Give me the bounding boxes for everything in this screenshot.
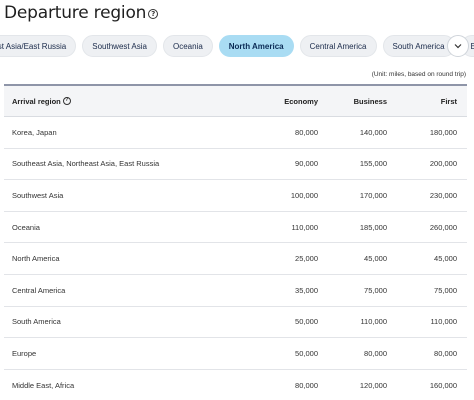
page-title: Departure region xyxy=(4,3,147,23)
cell-region: Europe xyxy=(12,348,37,358)
cell-first: 160,000 xyxy=(429,380,457,390)
cell-economy: 50,000 xyxy=(295,317,318,327)
cell-region: Korea, Japan xyxy=(12,127,57,137)
table-row: South America 50,000 110,000 110,000 xyxy=(4,307,467,339)
column-header-first: First xyxy=(440,96,457,106)
tabs-next-button[interactable] xyxy=(447,35,469,57)
cell-first: 200,000 xyxy=(429,159,457,169)
cell-first: 75,000 xyxy=(434,285,457,295)
table-body: Korea, Japan 80,000 140,000 180,000 Southeas… xyxy=(4,117,467,400)
cell-business: 45,000 xyxy=(364,254,387,264)
cell-business: 110,000 xyxy=(360,317,387,327)
cell-business: 75,000 xyxy=(364,285,387,295)
cell-region: South America xyxy=(12,317,61,327)
cell-region: Southwest Asia xyxy=(12,190,64,200)
cell-first: 110,000 xyxy=(430,317,457,327)
cell-region: Middle East, Africa xyxy=(12,380,75,390)
tab-central-america[interactable]: Central America xyxy=(299,35,377,57)
cell-business: 170,000 xyxy=(359,190,387,200)
tab-oceania[interactable]: Oceania xyxy=(162,35,213,57)
page-title-row: Departure region ? xyxy=(4,0,159,26)
cell-economy: 90,000 xyxy=(295,159,318,169)
cell-first: 80,000 xyxy=(434,348,457,358)
table-row: North America 25,000 45,000 45,000 xyxy=(4,243,467,275)
table-row: Central America 35,000 75,000 75,000 xyxy=(4,275,467,307)
tab-east-asia-east-russia[interactable]: East Asia/East Russia xyxy=(0,35,77,57)
cell-business: 120,000 xyxy=(359,380,387,390)
cell-first: 45,000 xyxy=(434,254,457,264)
cell-first: 180,000 xyxy=(429,127,457,137)
region-tabs: East Asia/East Russia Southwest Asia Oce… xyxy=(0,34,474,60)
tab-north-america[interactable]: North America xyxy=(218,35,294,57)
tab-south-america[interactable]: South America xyxy=(382,35,455,57)
miles-table: Arrival region ? Economy Business First … xyxy=(4,84,467,400)
cell-economy: 80,000 xyxy=(295,127,318,137)
cell-region: North America xyxy=(12,254,60,264)
cell-economy: 25,000 xyxy=(295,254,318,264)
question-circle-icon[interactable]: ? xyxy=(148,9,159,19)
table-header: Arrival region ? Economy Business First xyxy=(4,84,467,117)
table-row: Southeast Asia, Northeast Asia, East Rus… xyxy=(4,149,467,181)
table-row: Europe 50,000 80,000 80,000 xyxy=(4,338,467,370)
table-row: Middle East, Africa 80,000 120,000 160,000 xyxy=(4,370,467,400)
unit-note: (Unit: miles, based on round trip) xyxy=(371,71,466,78)
cell-economy: 35,000 xyxy=(295,285,318,295)
cell-first: 260,000 xyxy=(429,222,457,232)
column-header-business: Business xyxy=(353,96,387,106)
table-row: Korea, Japan 80,000 140,000 180,000 xyxy=(4,117,467,149)
cell-region: Central America xyxy=(12,285,66,295)
cell-economy: 80,000 xyxy=(295,380,318,390)
chevron-down-icon xyxy=(454,44,462,49)
cell-business: 185,000 xyxy=(359,222,387,232)
table-row: Southwest Asia 100,000 170,000 230,000 xyxy=(4,180,467,212)
column-header-region: Arrival region xyxy=(12,96,61,106)
cell-first: 230,000 xyxy=(429,190,457,200)
cell-business: 140,000 xyxy=(359,127,387,137)
tab-southwest-asia[interactable]: Southwest Asia xyxy=(82,35,157,57)
cell-business: 155,000 xyxy=(359,159,387,169)
cell-region: Southeast Asia, Northeast Asia, East Rus… xyxy=(12,159,160,169)
table-row: Oceania 110,000 185,000 260,000 xyxy=(4,212,467,244)
cell-business: 80,000 xyxy=(364,348,387,358)
cell-economy: 110,000 xyxy=(291,222,318,232)
cell-economy: 100,000 xyxy=(290,190,318,200)
cell-economy: 50,000 xyxy=(295,348,318,358)
column-header-economy: Economy xyxy=(284,96,318,106)
cell-region: Oceania xyxy=(12,222,40,232)
question-circle-icon[interactable]: ? xyxy=(62,97,71,105)
